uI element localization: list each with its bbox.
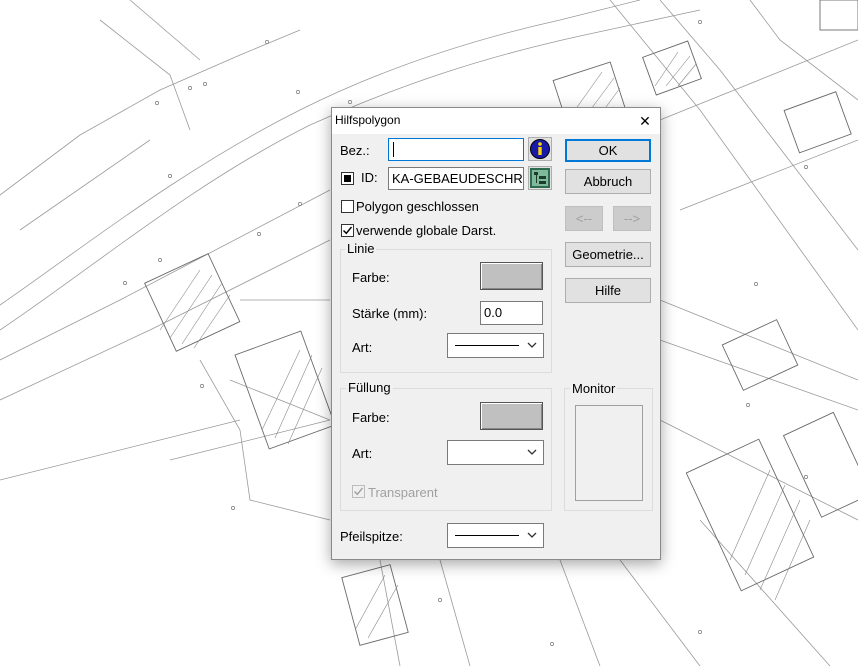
fill-color-label: Farbe: — [352, 410, 390, 425]
transparent-checkbox[interactable] — [352, 485, 365, 498]
line-style-select[interactable] — [447, 333, 544, 358]
global-display-label: verwende globale Darst. — [356, 223, 497, 238]
prev-button[interactable]: <-- — [565, 206, 603, 231]
line-style-label: Art: — [352, 340, 373, 355]
monitor-preview — [575, 405, 643, 501]
polygon-closed-checkbox[interactable] — [341, 200, 354, 213]
cancel-button[interactable]: Abbruch — [565, 169, 651, 194]
fill-style-select[interactable] — [447, 440, 544, 465]
fill-color-swatch[interactable] — [480, 402, 543, 430]
line-style-preview — [455, 345, 519, 346]
info-icon — [530, 139, 550, 159]
text-caret — [393, 142, 398, 157]
checkmark-icon — [343, 226, 353, 235]
bez-input[interactable] — [388, 138, 524, 161]
chevron-down-icon — [527, 449, 537, 455]
fill-group-title: Füllung — [346, 380, 393, 395]
id-field[interactable]: KA-GEBAEUDESCHR — [388, 167, 524, 190]
hilfspolygon-dialog: Hilfspolygon ✕ Bez.: ID: KA-GEBAEUDESCHR… — [331, 107, 661, 560]
indeterminate-mark — [344, 175, 351, 182]
chevron-down-icon — [527, 532, 537, 538]
line-width-input[interactable]: 0.0 — [480, 301, 543, 325]
chevron-down-icon — [527, 342, 537, 348]
id-toggle-checkbox[interactable] — [341, 172, 354, 185]
arrowhead-select[interactable] — [447, 523, 544, 548]
id-select-button[interactable] — [528, 166, 552, 190]
line-width-label: Stärke (mm): — [352, 306, 428, 321]
id-label: ID: — [361, 170, 378, 185]
fill-style-label: Art: — [352, 446, 373, 461]
line-color-swatch[interactable] — [480, 262, 543, 290]
geometry-button[interactable]: Geometrie... — [565, 242, 651, 267]
line-color-label: Farbe: — [352, 270, 390, 285]
help-button[interactable]: Hilfe — [565, 278, 651, 303]
next-button[interactable]: --> — [613, 206, 651, 231]
transparent-label: Transparent — [368, 485, 438, 500]
global-display-checkbox[interactable] — [341, 224, 354, 237]
arrowhead-preview — [455, 535, 519, 536]
info-button[interactable] — [528, 137, 552, 161]
tree-select-icon — [530, 168, 550, 188]
dialog-titlebar[interactable]: Hilfspolygon ✕ — [332, 108, 660, 134]
ok-button[interactable]: OK — [565, 139, 651, 162]
close-icon[interactable]: ✕ — [630, 108, 660, 134]
dialog-title: Hilfspolygon — [335, 113, 401, 127]
arrowhead-label: Pfeilspitze: — [340, 529, 403, 544]
polygon-closed-label: Polygon geschlossen — [356, 199, 479, 214]
checkmark-icon — [354, 487, 364, 496]
monitor-title: Monitor — [570, 381, 618, 396]
bez-label: Bez.: — [340, 143, 370, 158]
line-group-title: Linie — [345, 241, 377, 256]
